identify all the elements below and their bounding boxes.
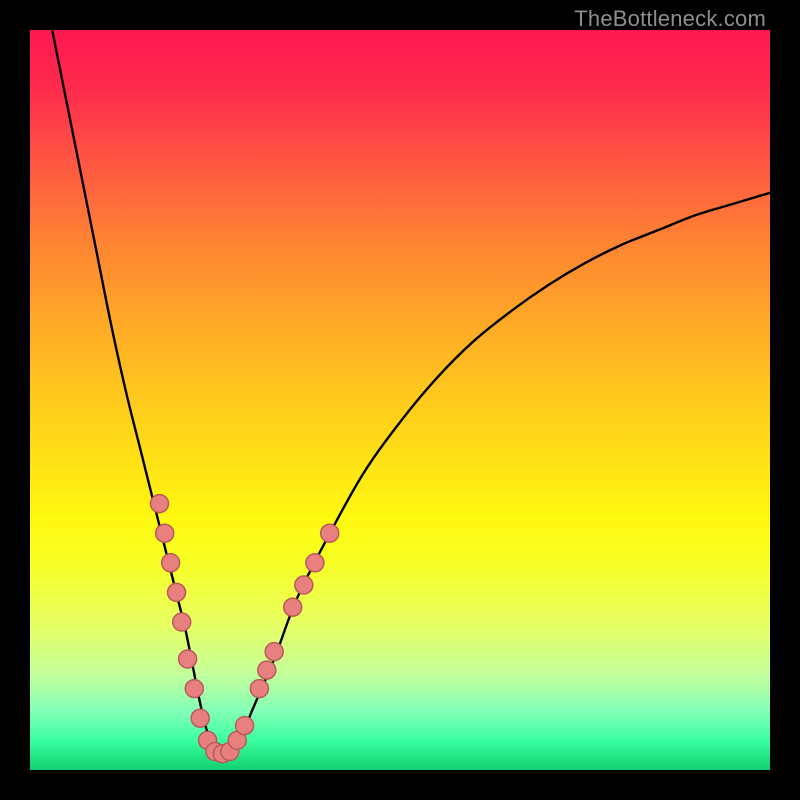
curve-svg (30, 30, 770, 770)
curve-markers (151, 495, 339, 763)
curve-marker (173, 613, 191, 631)
curve-marker (168, 583, 186, 601)
curve-marker (306, 554, 324, 572)
curve-marker (156, 524, 174, 542)
curve-marker (265, 643, 283, 661)
curve-marker (151, 495, 169, 513)
curve-marker (250, 680, 268, 698)
watermark-text: TheBottleneck.com (574, 6, 766, 32)
curve-marker (321, 524, 339, 542)
bottleneck-curve (52, 30, 770, 756)
curve-marker (162, 554, 180, 572)
curve-marker (258, 661, 276, 679)
curve-marker (185, 680, 203, 698)
curve-marker (284, 598, 302, 616)
plot-area (30, 30, 770, 770)
curve-marker (179, 650, 197, 668)
curve-marker (295, 576, 313, 594)
curve-marker (236, 717, 254, 735)
chart-frame: TheBottleneck.com (0, 0, 800, 800)
curve-marker (191, 709, 209, 727)
